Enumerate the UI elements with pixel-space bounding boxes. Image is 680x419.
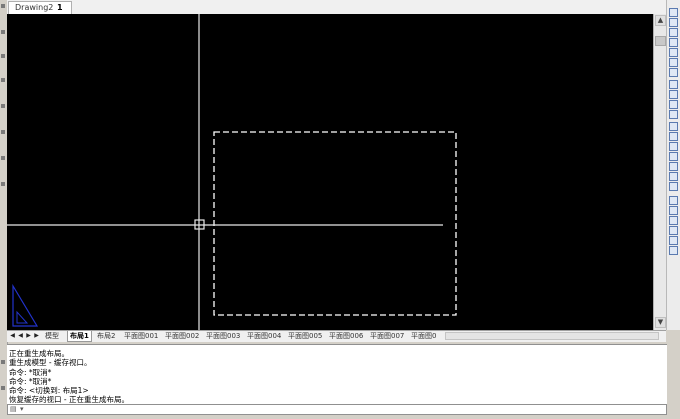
polygon-icon[interactable] (669, 38, 678, 47)
copy-icon[interactable] (669, 80, 678, 89)
tab-layout2[interactable]: 布局2 (95, 331, 117, 341)
document-tab[interactable]: Drawing2 1 (8, 1, 72, 14)
offset-icon[interactable] (669, 100, 678, 109)
extend-icon[interactable] (669, 162, 678, 171)
layout-viewport-border[interactable] (213, 131, 457, 316)
vertical-scrollbar[interactable]: ▲ ▼ (653, 14, 667, 330)
nav-next-icon[interactable]: ▶ (25, 332, 32, 340)
history-line: 命令: *取消* (9, 367, 52, 377)
document-tab-number: 1 (57, 3, 63, 12)
line-tool-icon[interactable] (669, 8, 678, 17)
dimension-icon[interactable] (669, 236, 678, 245)
block-icon[interactable] (669, 196, 678, 205)
tab-plan007[interactable]: 平面图007 (368, 331, 406, 341)
command-history: 正在重生成布局。 重生成模型 - 缓存视口。 命令: *取消* 命令: *取消*… (7, 344, 667, 404)
table-icon[interactable] (669, 216, 678, 225)
text-icon[interactable] (669, 226, 678, 235)
tab-plan006[interactable]: 平面图006 (327, 331, 365, 341)
history-line: 正在重生成布局。 (9, 349, 69, 358)
tab-plan005[interactable]: 平面图005 (286, 331, 324, 341)
tab-layout1[interactable]: 布局1 (67, 331, 92, 342)
ucs-icon (12, 283, 39, 327)
insert-icon[interactable] (669, 206, 678, 215)
tab-plan004[interactable]: 平面图004 (245, 331, 283, 341)
stretch-icon[interactable] (669, 142, 678, 151)
command-input[interactable] (28, 405, 628, 414)
nav-first-icon[interactable]: ◀ (9, 332, 16, 340)
vertical-scroll-thumb[interactable] (655, 36, 666, 46)
break-icon[interactable] (669, 172, 678, 181)
horizontal-scrollbar[interactable] (445, 332, 659, 340)
tab-plan003[interactable]: 平面图003 (204, 331, 242, 341)
properties-icon[interactable] (669, 246, 678, 255)
command-line-icon[interactable]: ▤ (10, 405, 19, 414)
document-tab-bar: Drawing2 1 (7, 0, 667, 15)
mirror-icon[interactable] (669, 90, 678, 99)
tab-plan008[interactable]: 平面图0 (409, 331, 443, 341)
rectangle-icon[interactable] (669, 48, 678, 57)
status-strip (0, 415, 680, 419)
rotate-icon[interactable] (669, 122, 678, 131)
nav-prev-icon[interactable]: ◀ (17, 332, 24, 340)
polyline-icon[interactable] (669, 28, 678, 37)
tab-model[interactable]: 模型 (43, 331, 61, 341)
nav-last-icon[interactable]: ▶ (33, 332, 40, 340)
history-line: 重生成模型 - 缓存视口。 (9, 358, 92, 368)
document-tab-name: Drawing2 (15, 3, 54, 12)
layout-tabs-bar: ◀ ◀ ▶ ▶ 模型 布局1 布局2 平面图001 平面图002 平面图003 … (7, 330, 666, 342)
command-line[interactable]: ▤ ▾ (7, 404, 667, 415)
canvas-graphics (7, 14, 457, 330)
hatch-icon[interactable] (669, 182, 678, 191)
scale-icon[interactable] (669, 132, 678, 141)
right-toolbar (666, 0, 680, 330)
tab-plan002[interactable]: 平面图002 (163, 331, 201, 341)
command-prompt-dropdown[interactable]: ▾ (20, 405, 24, 414)
array-icon[interactable] (669, 110, 678, 119)
circle-icon[interactable] (669, 68, 678, 77)
history-line: 命令: *取消* (9, 376, 52, 386)
scroll-up-icon[interactable]: ▲ (655, 15, 666, 26)
construction-line-icon[interactable] (669, 18, 678, 27)
scroll-down-icon[interactable]: ▼ (655, 317, 666, 328)
trim-icon[interactable] (669, 152, 678, 161)
tab-plan001[interactable]: 平面图001 (122, 331, 160, 341)
drawing-canvas[interactable] (7, 14, 653, 330)
move-icon[interactable] (669, 58, 678, 67)
